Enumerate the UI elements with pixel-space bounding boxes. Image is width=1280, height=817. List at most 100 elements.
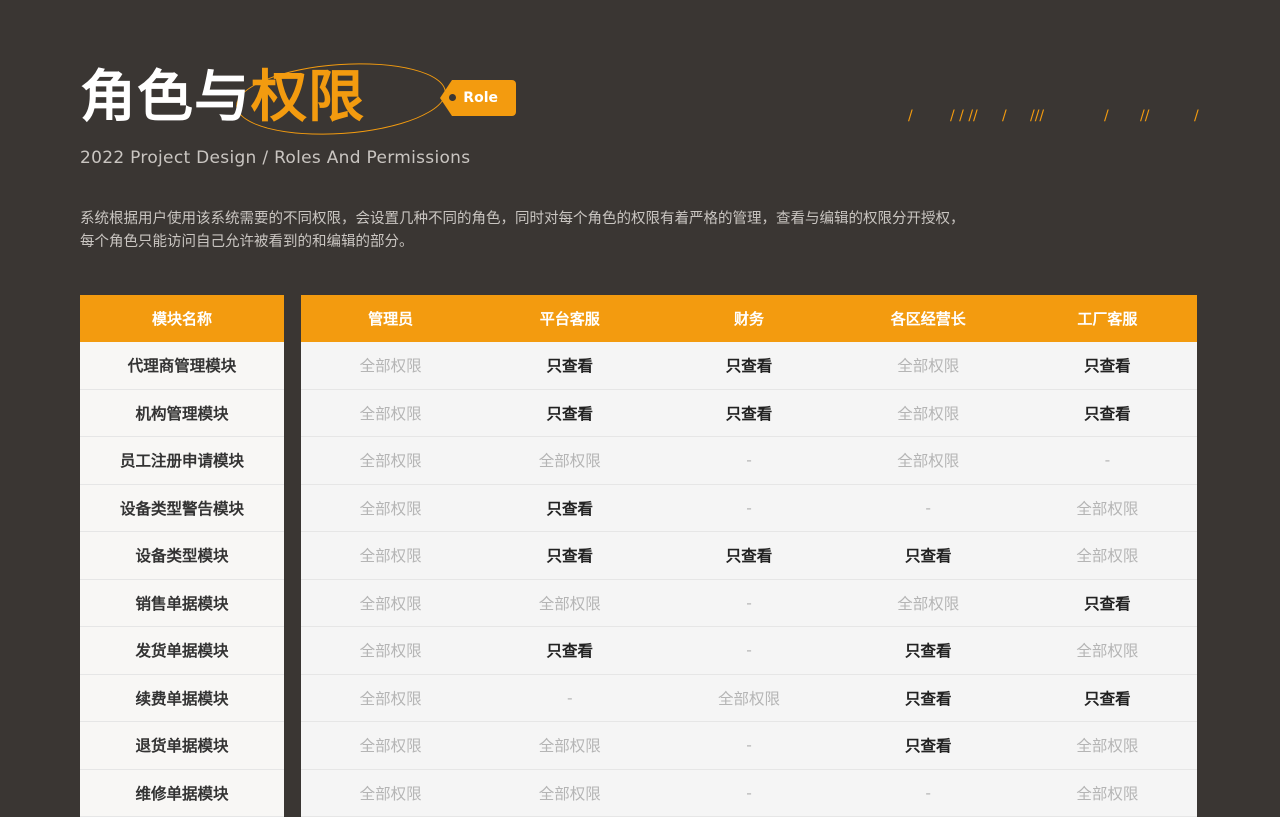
role-tag-label: Role xyxy=(463,90,498,106)
module-header: 模块名称 xyxy=(80,295,284,342)
permission-cell: - xyxy=(480,689,659,707)
permission-cell: - xyxy=(1018,451,1197,469)
permission-cell: 只查看 xyxy=(839,687,1018,709)
title-block: 角色与权限 Role xyxy=(80,62,460,134)
permission-cell: 全部权限 xyxy=(839,592,1018,614)
permission-cell: 全部权限 xyxy=(839,402,1018,424)
module-name: 发货单据模块 xyxy=(135,639,228,661)
module-row: 机构管理模块 xyxy=(80,390,284,438)
permission-cell: 全部权限 xyxy=(480,449,659,471)
permission-row: 全部权限只查看--全部权限 xyxy=(301,485,1197,533)
role-header-regional-manager: 各区经营长 xyxy=(839,308,1018,329)
module-row: 退货单据模块 xyxy=(80,722,284,770)
permission-cell: 全部权限 xyxy=(301,734,480,756)
module-row: 设备类型模块 xyxy=(80,532,284,580)
permission-cell: 全部权限 xyxy=(301,639,480,661)
module-row: 销售单据模块 xyxy=(80,580,284,628)
permission-cell: 全部权限 xyxy=(301,354,480,376)
module-row: 发货单据模块 xyxy=(80,627,284,675)
description-line: 每个角色只能访问自己允许被看到的和编辑的部分。 xyxy=(80,231,1080,254)
permission-row: 全部权限全部权限-全部权限- xyxy=(301,437,1197,485)
module-row: 设备类型警告模块 xyxy=(80,485,284,533)
module-name: 员工注册申请模块 xyxy=(120,449,244,471)
permission-cell: - xyxy=(659,784,838,802)
description: 系统根据用户使用该系统需要的不同权限，会设置几种不同的角色，同时对每个角色的权限… xyxy=(80,208,1080,254)
permission-cell: 全部权限 xyxy=(301,782,480,804)
page-title-orange: 权限 xyxy=(251,65,365,130)
permission-cell: 全部权限 xyxy=(301,449,480,471)
permission-cell: 只查看 xyxy=(1018,592,1197,614)
permission-row: 全部权限只查看只查看只查看全部权限 xyxy=(301,532,1197,580)
role-header-platform-service: 平台客服 xyxy=(480,308,659,329)
permission-cell: - xyxy=(659,736,838,754)
permission-row: 全部权限全部权限-只查看全部权限 xyxy=(301,722,1197,770)
permission-cell: 只查看 xyxy=(839,734,1018,756)
decorative-slashes: / / / // / /// / // / xyxy=(908,108,1208,124)
permission-cell: 全部权限 xyxy=(1018,639,1197,661)
permission-cell: 全部权限 xyxy=(301,687,480,709)
page-title-white: 角色与 xyxy=(80,65,251,130)
permission-cell: - xyxy=(659,641,838,659)
permission-cell: 只查看 xyxy=(659,402,838,424)
permission-row: 全部权限全部权限-全部权限只查看 xyxy=(301,580,1197,628)
permission-cell: 只查看 xyxy=(480,402,659,424)
permission-cell: 全部权限 xyxy=(480,782,659,804)
module-name: 机构管理模块 xyxy=(135,402,228,424)
module-row: 维修单据模块 xyxy=(80,770,284,817)
role-header-row: 管理员 平台客服 财务 各区经营长 工厂客服 xyxy=(301,295,1197,342)
permission-row: 全部权限只查看只查看全部权限只查看 xyxy=(301,342,1197,390)
module-header-label: 模块名称 xyxy=(152,308,212,329)
permission-cell: 只查看 xyxy=(1018,354,1197,376)
slash-mark: / xyxy=(1194,108,1199,124)
permission-row: 全部权限只查看-只查看全部权限 xyxy=(301,627,1197,675)
permission-cell: 全部权限 xyxy=(301,592,480,614)
module-name: 退货单据模块 xyxy=(135,734,228,756)
permission-cell: 只查看 xyxy=(1018,402,1197,424)
permission-cell: - xyxy=(659,594,838,612)
permission-cell: 只查看 xyxy=(659,354,838,376)
role-header-admin: 管理员 xyxy=(301,308,480,329)
module-row: 续费单据模块 xyxy=(80,675,284,723)
permission-cell: - xyxy=(659,451,838,469)
permission-cell: 只查看 xyxy=(480,497,659,519)
permission-cell: 只查看 xyxy=(839,639,1018,661)
module-row: 员工注册申请模块 xyxy=(80,437,284,485)
role-header-factory-service: 工厂客服 xyxy=(1018,308,1197,329)
role-header-finance: 财务 xyxy=(659,308,838,329)
module-table: 模块名称 代理商管理模块机构管理模块员工注册申请模块设备类型警告模块设备类型模块… xyxy=(80,295,284,817)
permission-cell: 全部权限 xyxy=(480,734,659,756)
role-tag: Role xyxy=(440,80,516,116)
module-name: 代理商管理模块 xyxy=(128,354,237,376)
module-name: 销售单据模块 xyxy=(135,592,228,614)
slash-mark: / xyxy=(908,108,913,124)
permission-row: 全部权限-全部权限只查看只查看 xyxy=(301,675,1197,723)
description-line: 系统根据用户使用该系统需要的不同权限，会设置几种不同的角色，同时对每个角色的权限… xyxy=(80,208,1080,231)
page-title: 角色与权限 xyxy=(80,62,365,134)
module-name: 维修单据模块 xyxy=(135,782,228,804)
module-name: 设备类型模块 xyxy=(135,544,228,566)
permission-cell: - xyxy=(839,499,1018,517)
page-subtitle: 2022 Project Design / Roles And Permissi… xyxy=(80,148,470,168)
permission-cell: - xyxy=(659,499,838,517)
slash-mark: // xyxy=(1140,108,1149,124)
permission-cell: - xyxy=(839,784,1018,802)
permission-row: 全部权限全部权限--全部权限 xyxy=(301,770,1197,817)
permission-cell: 全部权限 xyxy=(301,497,480,519)
permission-row: 全部权限只查看只查看全部权限只查看 xyxy=(301,390,1197,438)
module-name: 设备类型警告模块 xyxy=(120,497,244,519)
permission-cell: 只查看 xyxy=(839,544,1018,566)
permission-cell: 全部权限 xyxy=(839,449,1018,471)
permission-cell: 全部权限 xyxy=(659,687,838,709)
permission-cell: 全部权限 xyxy=(480,592,659,614)
permission-cell: 只查看 xyxy=(659,544,838,566)
permission-cell: 全部权限 xyxy=(1018,734,1197,756)
permission-cell: 只查看 xyxy=(480,354,659,376)
module-row: 代理商管理模块 xyxy=(80,342,284,390)
slash-mark: / / // xyxy=(950,108,978,124)
permission-cell: 全部权限 xyxy=(839,354,1018,376)
module-name: 续费单据模块 xyxy=(135,687,228,709)
permission-cell: 全部权限 xyxy=(1018,782,1197,804)
permission-cell: 全部权限 xyxy=(1018,544,1197,566)
permission-cell: 只查看 xyxy=(1018,687,1197,709)
permission-table: 管理员 平台客服 财务 各区经营长 工厂客服 全部权限只查看只查看全部权限只查看… xyxy=(301,295,1197,817)
